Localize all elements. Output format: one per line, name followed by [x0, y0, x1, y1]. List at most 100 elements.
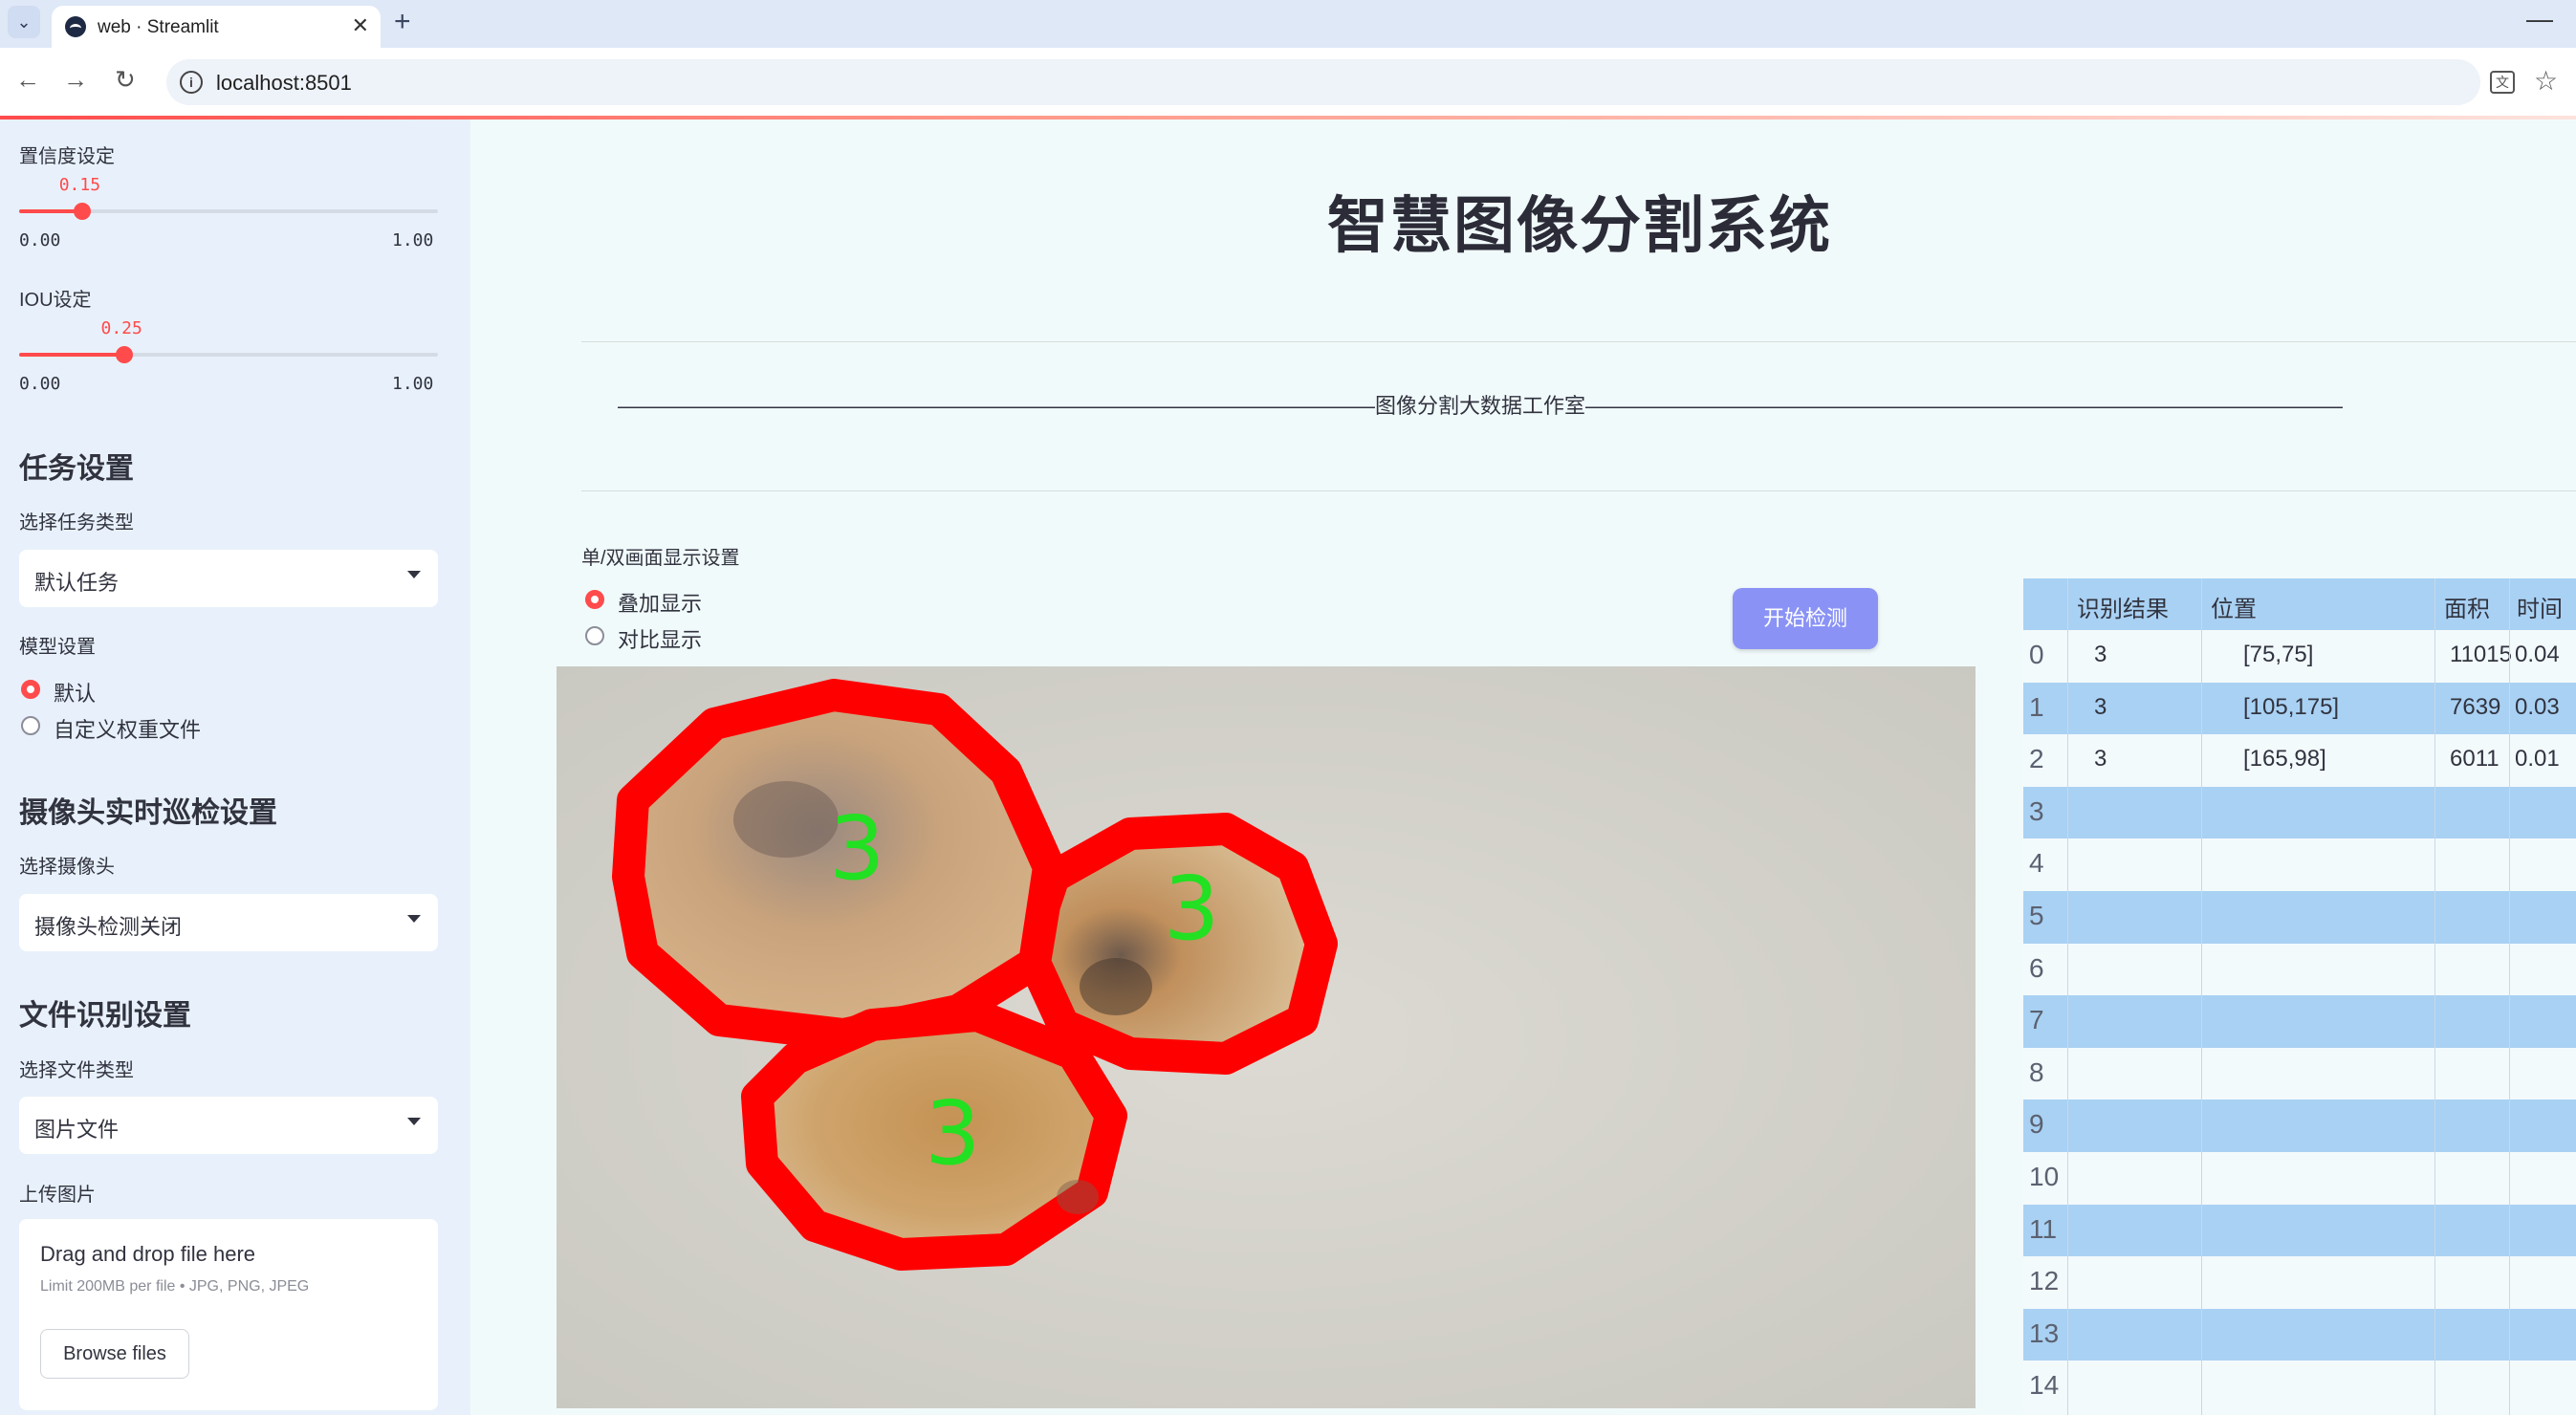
cell-result: 3 — [2094, 642, 2107, 667]
table-row[interactable]: 4 — [2023, 838, 2576, 891]
browser-tab[interactable]: web · Streamlit ✕ — [52, 6, 381, 48]
table-row[interactable]: 9 — [2023, 1099, 2576, 1152]
table-row[interactable]: 10 — [2023, 1152, 2576, 1205]
cell-area: 11015 — [2450, 642, 2512, 667]
task-type-label: 选择任务类型 — [19, 512, 134, 533]
site-info-icon[interactable]: i — [180, 71, 203, 94]
iou-slider-thumb[interactable] — [115, 346, 133, 363]
file-uploader-dropzone[interactable]: Drag and drop file here Limit 200MB per … — [19, 1219, 438, 1410]
row-index: 0 — [2029, 640, 2044, 669]
row-index: 9 — [2029, 1109, 2044, 1140]
confidence-min: 0.00 — [19, 230, 61, 250]
column-divider — [2509, 578, 2510, 1415]
table-row[interactable]: 1 3 [105,175] 7639 0.03 — [2023, 682, 2576, 735]
row-index: 2 — [2029, 744, 2044, 774]
display-option-overlay-label[interactable]: 叠加显示 — [618, 587, 702, 618]
minimize-window-icon[interactable]: — — [2526, 4, 2553, 34]
display-radio-overlay[interactable] — [585, 590, 604, 609]
row-index: 11 — [2029, 1213, 2058, 1244]
cell-time: 0.04 — [2515, 642, 2560, 667]
table-row[interactable]: 5 — [2023, 891, 2576, 944]
chevron-down-icon — [407, 571, 421, 578]
reload-icon[interactable]: ↻ — [115, 65, 136, 95]
display-option-compare-label[interactable]: 对比显示 — [618, 623, 702, 654]
column-header-result[interactable]: 识别结果 — [2077, 590, 2169, 623]
close-tab-icon[interactable]: ✕ — [352, 13, 369, 38]
table-row[interactable]: 11 — [2023, 1204, 2576, 1257]
row-index: 4 — [2029, 848, 2044, 879]
tab-search-chevron-icon[interactable]: ⌄ — [8, 6, 40, 38]
cell-time: 0.03 — [2515, 693, 2560, 720]
column-header-position[interactable]: 位置 — [2211, 590, 2257, 623]
file-settings-header: 文件识别设置 — [19, 1000, 191, 1032]
table-row[interactable]: 8 — [2023, 1047, 2576, 1100]
model-radio-custom[interactable] — [21, 716, 40, 735]
iou-max: 1.00 — [392, 374, 434, 394]
detection-label: 3 — [925, 1082, 981, 1185]
bookmark-star-icon[interactable]: ☆ — [2534, 65, 2558, 97]
tab-title: web · Streamlit — [98, 17, 219, 37]
confidence-slider-fill — [19, 209, 82, 213]
model-settings-label: 模型设置 — [19, 637, 96, 658]
cell-result: 3 — [2094, 693, 2107, 720]
row-index: 7 — [2029, 1005, 2044, 1035]
browse-files-button[interactable]: Browse files — [40, 1329, 189, 1379]
confidence-max: 1.00 — [392, 230, 434, 250]
fruit-blemish — [1057, 1180, 1099, 1214]
display-radio-compare[interactable] — [585, 626, 604, 645]
table-row[interactable]: 6 — [2023, 943, 2576, 996]
table-row[interactable]: 7 — [2023, 995, 2576, 1048]
camera-select[interactable]: 摄像头检测关闭 — [19, 894, 438, 951]
table-row[interactable]: 12 — [2023, 1256, 2576, 1309]
file-type-label: 选择文件类型 — [19, 1060, 134, 1081]
segmentation-result-image: 3 3 3 — [557, 666, 1976, 1408]
task-type-select[interactable]: 默认任务 — [19, 550, 438, 607]
start-detection-button[interactable]: 开始检测 — [1733, 588, 1878, 649]
streamlit-favicon-icon — [65, 16, 86, 37]
model-option-default-label[interactable]: 默认 — [54, 677, 96, 708]
column-divider — [2201, 578, 2202, 1415]
column-header-time[interactable]: 时间 — [2517, 590, 2563, 623]
upload-limit-text: Limit 200MB per file • JPG, PNG, JPEG — [40, 1278, 310, 1295]
new-tab-icon[interactable]: + — [394, 6, 411, 38]
translate-icon[interactable]: 文 — [2490, 71, 2515, 94]
detection-label: 3 — [1164, 858, 1220, 960]
table-row[interactable]: 14 — [2023, 1361, 2576, 1413]
cell-position: [105,175] — [2243, 693, 2340, 720]
table-row[interactable]: 2 3 [165,98] 6011 0.01 — [2023, 734, 2576, 787]
confidence-slider[interactable] — [19, 203, 438, 220]
upload-dropzone-title: Drag and drop file here — [40, 1242, 256, 1266]
chevron-down-icon — [407, 915, 421, 923]
back-arrow-icon[interactable]: ← — [15, 65, 40, 95]
iou-value: 0.25 — [100, 318, 142, 338]
row-index: 1 — [2029, 691, 2044, 722]
model-radio-default[interactable] — [21, 680, 40, 699]
table-row[interactable]: 0 3 [75,75] 11015 0.04 — [2023, 630, 2576, 683]
table-row[interactable]: 13 — [2023, 1308, 2576, 1361]
fruit-blemish — [1080, 958, 1152, 1015]
file-type-select[interactable]: 图片文件 — [19, 1097, 438, 1154]
iou-label: IOU设定 — [19, 290, 92, 311]
column-header-area[interactable]: 面积 — [2444, 590, 2490, 623]
url-input[interactable]: i localhost:8501 — [166, 59, 2480, 105]
confidence-value: 0.15 — [58, 175, 101, 195]
iou-slider[interactable] — [19, 346, 438, 363]
upload-label: 上传图片 — [19, 1185, 96, 1206]
results-table[interactable]: 识别结果 位置 面积 时间 0 3 [75,75] 11015 0.04 1 3 [105,1… — [2023, 578, 2576, 1415]
model-option-custom-label[interactable]: 自定义权重文件 — [54, 713, 201, 744]
page-subtitle: ————————————————————————————————————图像分割… — [617, 394, 2343, 418]
camera-select-value: 摄像头检测关闭 — [34, 915, 183, 939]
row-index: 8 — [2029, 1056, 2044, 1087]
main-content: 智慧图像分割系统 ———————————————————————————————… — [470, 120, 2576, 1415]
forward-arrow-icon[interactable]: → — [63, 65, 88, 95]
table-row[interactable]: 3 — [2023, 786, 2576, 839]
url-text[interactable]: localhost:8501 — [216, 71, 352, 96]
row-index: 14 — [2029, 1370, 2060, 1401]
row-index: 5 — [2029, 901, 2044, 930]
row-index: 13 — [2029, 1317, 2060, 1348]
display-mode-label: 单/双画面显示设置 — [581, 548, 740, 569]
confidence-slider-thumb[interactable] — [73, 203, 91, 220]
divider — [581, 341, 2576, 342]
confidence-label: 置信度设定 — [19, 146, 115, 167]
chevron-down-icon — [407, 1118, 421, 1125]
